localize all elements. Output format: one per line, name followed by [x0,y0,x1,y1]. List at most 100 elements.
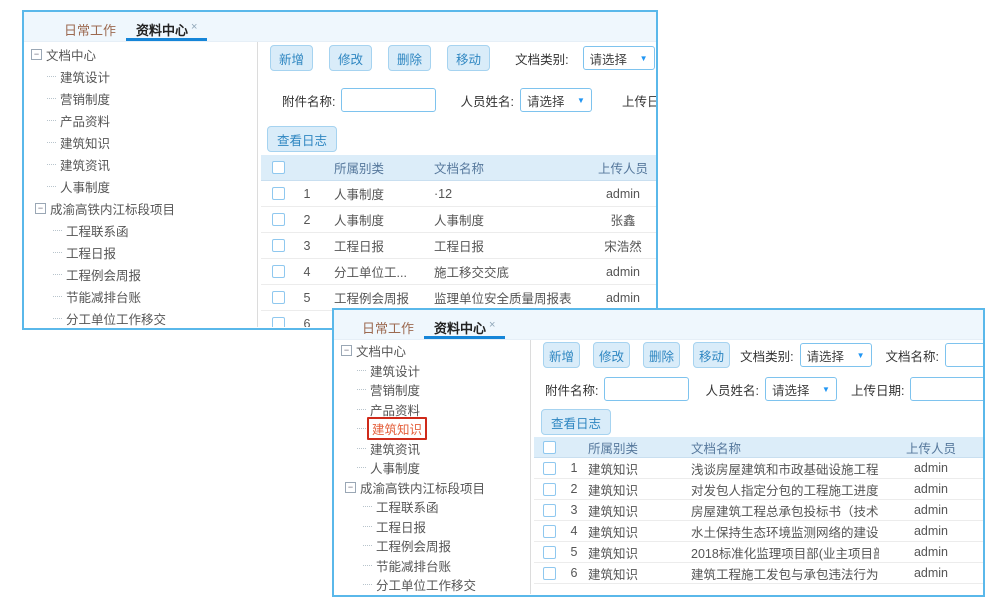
tree-item-work-transfer[interactable]: 分工单位工作移交 [334,575,530,595]
move-button[interactable]: 移动 [693,342,730,368]
column-header-doc-name[interactable]: 文档名称 [687,438,879,457]
move-button[interactable]: 移动 [447,45,490,71]
table-row[interactable]: 5 建筑知识 2018标准化监理项目部(业主项目部)... admin [534,542,983,563]
tree-item-project-daily-report[interactable]: 工程日报 [24,241,257,263]
row-checkbox[interactable] [272,213,285,226]
table-row[interactable]: 3 建筑知识 房屋建筑工程总承包投标书（技术标... admin [534,500,983,521]
table-row[interactable]: 4 建筑知识 水土保持生态环境监测网络的建设与... admin [534,521,983,542]
add-button[interactable]: 新增 [270,45,313,71]
tab-data-center[interactable]: 资料中心× [424,310,505,339]
tab-label: 资料中心 [434,321,486,336]
table-row[interactable]: 6 建筑知识 建筑工程施工发包与承包违法行为认... admin [534,563,983,584]
column-header-uploader[interactable]: 上传人员 [590,158,656,177]
tree-item-label: 工程日报 [66,243,116,262]
tree-item-hr-system[interactable]: 人事制度 [24,175,257,197]
table-row[interactable]: 3 工程日报 工程日报 宋浩然 [261,233,656,259]
row-checkbox[interactable] [543,525,556,538]
tree-item-building-news[interactable]: 建筑资讯 [334,439,530,459]
tree-item-product-info[interactable]: 产品资料 [24,109,257,131]
cell-category: 建筑知识 [584,522,687,541]
edit-button[interactable]: 修改 [593,342,630,368]
tree-item-building-knowledge-selected[interactable]: 建筑知识 [334,419,530,439]
row-checkbox[interactable] [543,483,556,496]
doc-category-select[interactable]: 请选择▼ [800,343,872,367]
tree-item-work-transfer[interactable]: 分工单位工作移交 [24,307,257,329]
tree-item-label: 文档中心 [46,45,96,64]
upload-date-input[interactable] [910,377,983,401]
cell-doc-name: ·12 [427,187,590,201]
dropdown-arrow-icon: ▼ [822,385,830,394]
tree-item-marketing-system[interactable]: 营销制度 [24,87,257,109]
cell-doc-name: 对发包人指定分包的工程施工进度安... [687,480,879,499]
add-button[interactable]: 新增 [543,342,580,368]
column-header-category[interactable]: 所属别类 [584,438,687,457]
doc-category-select[interactable]: 请选择▼ [583,46,655,70]
attachment-name-input[interactable] [604,377,689,401]
cell-index: 2 [564,482,584,496]
column-header-category[interactable]: 所属别类 [319,158,427,177]
tree-item-energy-saving-ledger[interactable]: 节能减排台账 [334,556,530,576]
delete-button[interactable]: 删除 [643,342,680,368]
tree-item-project-contact-letter[interactable]: 工程联系函 [24,219,257,241]
view-log-button[interactable]: 查看日志 [541,409,611,435]
collapse-icon[interactable]: − [31,49,42,60]
cell-index: 6 [295,317,319,328]
tree-item-building-knowledge[interactable]: 建筑知识 [24,131,257,153]
close-icon[interactable]: × [191,21,197,33]
tree-item-marketing-system[interactable]: 营销制度 [334,380,530,400]
tree-item-building-design[interactable]: 建筑设计 [24,65,257,87]
select-value: 请选择 [772,380,810,399]
cell-doc-name: 监理单位安全质量周报表 [427,288,590,307]
attachment-name-input[interactable] [341,88,436,112]
tree-item-product-info[interactable]: 产品资料 [334,400,530,420]
cell-category: 人事制度 [319,184,427,203]
tab-daily-work[interactable]: 日常工作 [54,12,126,41]
tree-item-project-contact-letter[interactable]: 工程联系函 [334,497,530,517]
view-log-button[interactable]: 查看日志 [267,126,337,152]
row-checkbox[interactable] [272,187,285,200]
delete-button[interactable]: 删除 [388,45,431,71]
table-row[interactable]: 1 人事制度 ·12 admin [261,181,656,207]
table-row[interactable]: 2 人事制度 人事制度 张鑫 [261,207,656,233]
doc-name-input[interactable] [945,343,983,367]
column-header-doc-name[interactable]: 文档名称 [427,158,590,177]
column-header-uploader[interactable]: 上传人员 [879,438,983,457]
collapse-icon[interactable]: − [345,482,356,493]
tree-item-chengyu-railway-project[interactable]: −成渝高铁内江标段项目 [334,478,530,498]
tab-data-center[interactable]: 资料中心× [126,12,207,41]
table-row[interactable]: 2 建筑知识 对发包人指定分包的工程施工进度安... admin [534,479,983,500]
select-all-checkbox[interactable] [272,161,285,174]
tree-item-hr-system[interactable]: 人事制度 [334,458,530,478]
row-checkbox[interactable] [272,317,285,327]
tree-item-project-weekly-meeting-report[interactable]: 工程例会周报 [334,536,530,556]
tree-item-label: 工程联系函 [376,497,439,516]
row-checkbox[interactable] [272,265,285,278]
tree-item-energy-saving-ledger[interactable]: 节能减排台账 [24,285,257,307]
tree-item-building-news[interactable]: 建筑资讯 [24,153,257,175]
table-row[interactable]: 4 分工单位工... 施工移交交底 admin [261,259,656,285]
row-checkbox[interactable] [272,291,285,304]
tree-item-document-center[interactable]: −文档中心 [334,341,530,361]
tree-item-document-center[interactable]: −文档中心 [24,43,257,65]
tree-item-building-design[interactable]: 建筑设计 [334,361,530,381]
row-checkbox[interactable] [543,462,556,475]
tree-item-project-weekly-meeting-report[interactable]: 工程例会周报 [24,263,257,285]
person-name-select[interactable]: 请选择 ▼ [765,377,837,401]
close-icon[interactable]: × [489,319,495,331]
collapse-icon[interactable]: − [341,345,352,356]
row-checkbox[interactable] [543,504,556,517]
select-all-checkbox[interactable] [543,441,556,454]
row-checkbox[interactable] [272,239,285,252]
cell-doc-name: 房屋建筑工程总承包投标书（技术标... [687,501,879,520]
tree-item-project-daily-report[interactable]: 工程日报 [334,517,530,537]
cell-index: 2 [295,213,319,227]
tab-daily-work[interactable]: 日常工作 [352,310,424,339]
table-row[interactable]: 1 建筑知识 浅谈房屋建筑和市政基础设施工程施... admin [534,458,983,479]
cell-uploader: admin [590,187,656,201]
collapse-icon[interactable]: − [35,203,46,214]
row-checkbox[interactable] [543,567,556,580]
edit-button[interactable]: 修改 [329,45,372,71]
row-checkbox[interactable] [543,546,556,559]
tree-item-chengyu-railway-project[interactable]: −成渝高铁内江标段项目 [24,197,257,219]
person-name-select[interactable]: 请选择▼ [520,88,592,112]
